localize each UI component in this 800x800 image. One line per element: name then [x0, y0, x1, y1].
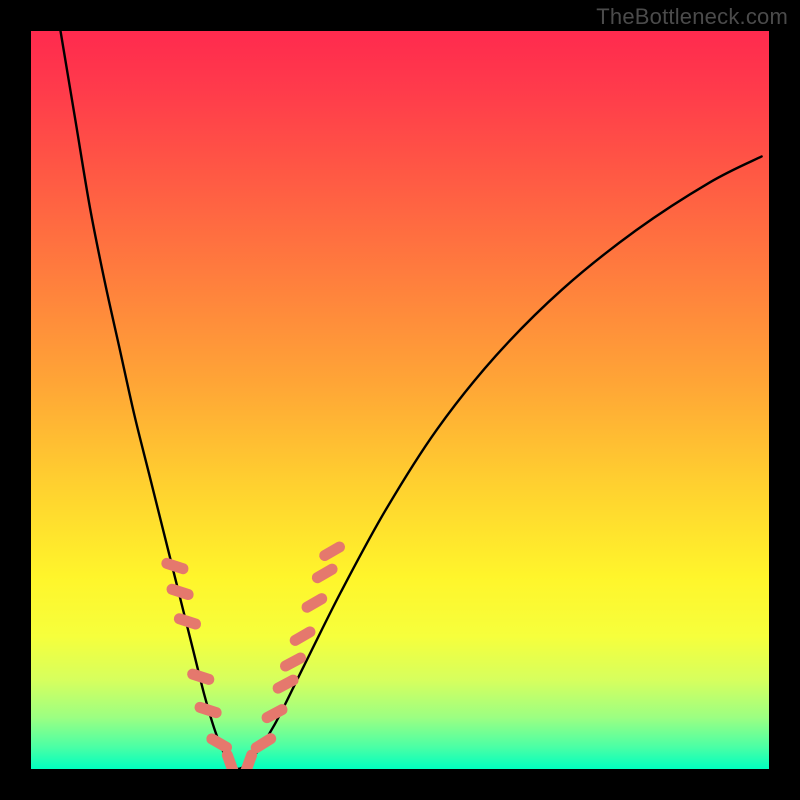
- chart-frame: TheBottleneck.com: [0, 0, 800, 800]
- plot-area: [31, 31, 769, 769]
- marker-group: [160, 540, 347, 769]
- curve-marker: [288, 624, 318, 648]
- curve-marker: [260, 702, 290, 725]
- curve-marker: [271, 673, 301, 696]
- bottleneck-curve: [61, 31, 762, 769]
- watermark-text: TheBottleneck.com: [596, 4, 788, 30]
- curve-marker: [249, 731, 279, 755]
- curve-marker: [317, 540, 347, 564]
- curve-marker: [278, 651, 308, 674]
- curve-layer: [31, 31, 769, 769]
- curve-marker: [300, 591, 330, 615]
- curve-marker: [310, 562, 340, 586]
- curve-marker: [193, 700, 223, 719]
